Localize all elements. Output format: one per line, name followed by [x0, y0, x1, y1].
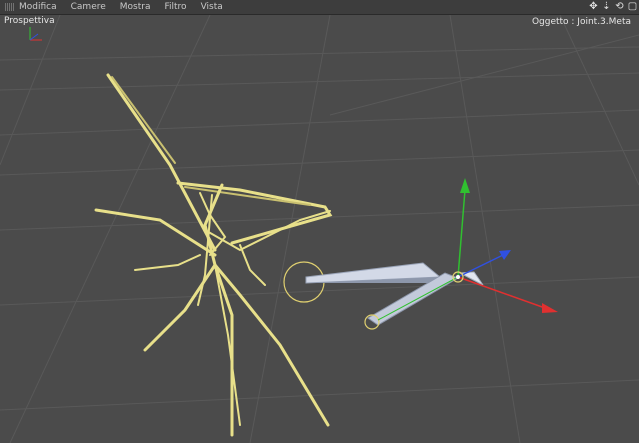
yellow-geometry[interactable] [94, 73, 333, 437]
viewport-name-label: Prospettiva [4, 16, 55, 26]
viewport-nav-icons: ✥ ⇣ ⟲ ▢ [588, 0, 639, 14]
joint-chain[interactable] [283, 261, 484, 330]
menu-modifica[interactable]: Modifica [19, 0, 57, 14]
object-label: Oggetto : Joint.3.Meta [531, 17, 631, 27]
3d-viewport[interactable]: Prospettiva Oggetto : Joint.3.Meta [0, 15, 639, 443]
menu-mostra[interactable]: Mostra [120, 0, 151, 14]
viewport-scene[interactable] [0, 15, 639, 443]
rotate-icon[interactable]: ⟲ [614, 0, 625, 14]
maximize-icon[interactable]: ▢ [627, 0, 638, 14]
grip-icon[interactable] [5, 3, 15, 11]
gizmo-y-axis[interactable] [457, 189, 466, 278]
cinema4d-viewport-window: Modifica Camere Mostra Filtro Vista ✥ ⇣ … [0, 0, 639, 443]
ground-grid [0, 15, 639, 443]
viewport-menubar: Modifica Camere Mostra Filtro Vista ✥ ⇣ … [0, 0, 639, 15]
menu-camere[interactable]: Camere [71, 0, 106, 14]
menu-vista[interactable]: Vista [201, 0, 223, 14]
world-axis-icon [29, 27, 42, 41]
gizmo-z-axis[interactable] [457, 254, 504, 278]
viewport-menu: Modifica Camere Mostra Filtro Vista [19, 0, 237, 14]
menu-filtro[interactable]: Filtro [165, 0, 187, 14]
move-icon[interactable]: ✥ [588, 0, 599, 14]
zoom-icon[interactable]: ⇣ [601, 0, 612, 14]
